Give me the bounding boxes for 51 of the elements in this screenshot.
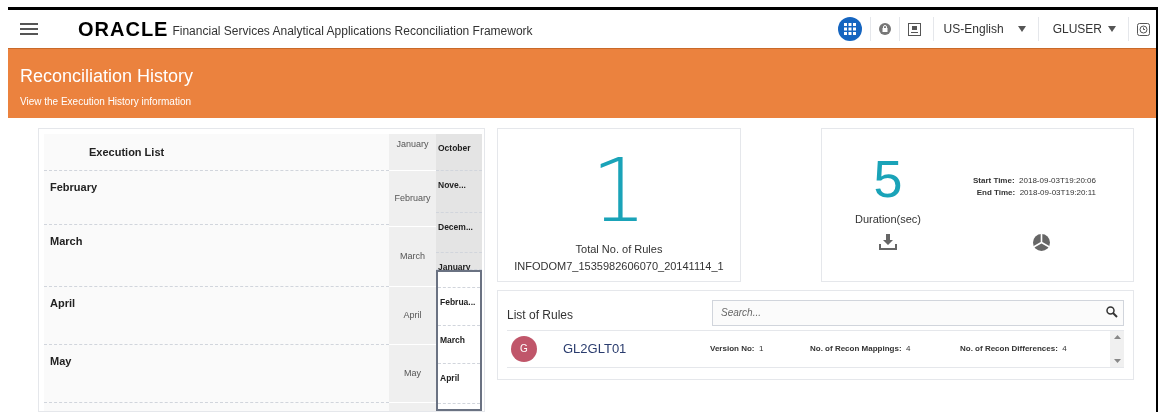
user-menu[interactable]: GLUSER (1052, 20, 1116, 38)
page-title: Reconciliation History (20, 65, 195, 87)
month-row-label: February (50, 181, 98, 193)
search-icon[interactable] (1106, 306, 1118, 318)
pie-chart-icon[interactable] (1032, 233, 1050, 251)
overview-month-label: March (440, 335, 466, 345)
apps-grid-icon[interactable] (837, 17, 862, 41)
scroll-down-icon[interactable] (1113, 358, 1121, 363)
download-icon[interactable] (879, 233, 897, 250)
rules-count-label: Total No. of Rules (575, 242, 663, 257)
page-subtitle: View the Execution History information (20, 95, 192, 109)
execution-list-title: Execution List (89, 144, 165, 160)
recon-differences: No. of Recon Differences: 4 (960, 342, 1068, 355)
rules-count: 1 (591, 151, 647, 231)
end-time: End Time: 2018-09-03T19:20:11 (976, 187, 1096, 199)
document-icon[interactable] (907, 22, 921, 36)
overview-month-label: Nove... (438, 180, 466, 190)
month-row-label: March (50, 235, 83, 247)
duration-label: Duration(sec) (855, 212, 921, 227)
month-row-label: May (50, 355, 72, 367)
oracle-logo: ORACLE (78, 17, 169, 42)
scroll-up-icon[interactable] (1113, 334, 1121, 339)
month-row-label: April (50, 297, 76, 309)
overview-month-label: October (438, 143, 471, 153)
avatar-initial: G (511, 335, 537, 362)
overview-viewport[interactable]: Februa... March April (436, 270, 482, 411)
infodom-name: INFODOM7_1535982606070_20141114_1 (514, 258, 724, 274)
recon-mappings: No. of Recon Mappings: 4 (810, 342, 912, 355)
month-label: May (404, 366, 421, 380)
list-of-rules-title: List of Rules (507, 307, 575, 325)
month-label: January (396, 138, 429, 151)
rule-name[interactable]: GL2GLT01 (563, 338, 710, 359)
month-label: February (394, 191, 431, 205)
overview-month-label: April (440, 373, 460, 383)
overview-month-label: Decem... (438, 222, 473, 232)
caret-icon (1017, 26, 1026, 32)
language-dropdown[interactable]: US-English (943, 20, 1026, 38)
menu-icon[interactable] (20, 23, 38, 35)
lock-icon[interactable] (878, 23, 891, 35)
duration-value: 5 (873, 153, 903, 205)
overview-month-label: Februa... (440, 297, 476, 307)
app-title: Financial Services Analytical Applications Reconciliation Framework (172, 22, 533, 40)
overview-month-label: January (438, 262, 471, 272)
month-label: April (403, 308, 422, 322)
caret-icon (1108, 26, 1116, 32)
version-number: Version No: 1 (710, 342, 765, 355)
rule-row[interactable]: G GL2GLT01 Version No: 1 No. of Recon Mappings: 4 No. of Recon Differences: 4 (507, 329, 1124, 368)
month-label: March (400, 249, 425, 263)
start-time: Start Time: 2018-09-03T19:20:06 (972, 175, 1096, 187)
search-field[interactable]: Search... (712, 299, 1124, 326)
clock-icon[interactable] (1137, 22, 1150, 36)
